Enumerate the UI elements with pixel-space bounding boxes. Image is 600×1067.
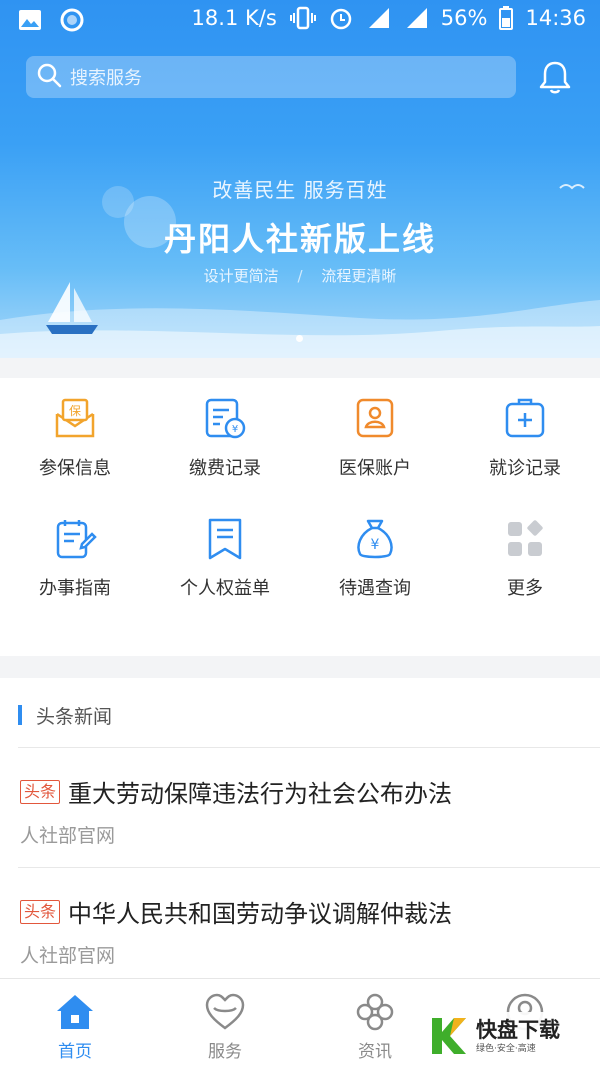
guide-icon [56,520,97,559]
payment-record-icon: ¥ [205,398,246,439]
news-source: 人社部官网 [20,825,116,847]
svg-text:保: 保 [69,404,81,418]
service-benefit-query[interactable]: ¥ 待遇查询 [300,516,450,612]
banner-tags: 设计更简洁 / 流程更清晰 [0,265,600,286]
svg-text:¥: ¥ [371,537,380,553]
news-item[interactable]: 头条 中华人民共和国劳动争议调解仲裁法 人社部官网 [20,894,580,968]
circle-app-icon [60,8,84,32]
service-insurance-info[interactable]: 保 参保信息 [0,396,150,492]
bell-icon[interactable] [536,58,574,96]
watermark-logo: 快盘下载 绿色·安全·高速 [428,1012,596,1060]
news-section: 头条新闻 头条 重大劳动保障违法行为社会公布办法 人社部官网 头条 中华人民共和… [0,678,600,978]
service-medical-account[interactable]: 医保账户 [300,396,450,492]
service-grid: 保 参保信息 ¥ 缴费记录 医保账户 就诊记录 办事指南 个人权益单 ¥ 待遇查… [0,396,600,612]
search-placeholder: 搜索服务 [70,68,142,89]
banner-tag-process: 流程更清晰 [321,267,397,285]
service-grid-panel: 保 参保信息 ¥ 缴费记录 医保账户 就诊记录 办事指南 个人权益单 ¥ 待遇查… [0,378,600,656]
service-label: 医保账户 [339,458,411,479]
headline-badge: 头条 [20,899,61,924]
service-label: 更多 [507,578,543,599]
service-medical-record[interactable]: 就诊记录 [450,396,600,492]
more-grid-icon [508,520,543,556]
app-screen: 18.1 K/s 56% 14:36 搜索服务 改善民生 服务百姓 丹阳人社新版… [0,0,600,1067]
tab-label: 服务 [208,1042,242,1062]
divider [18,867,600,868]
service-more[interactable]: 更多 [450,516,600,612]
tab-services[interactable]: 服务 [150,991,300,1062]
header-banner[interactable]: 18.1 K/s 56% 14:36 搜索服务 改善民生 服务百姓 丹阳人社新版… [0,0,600,358]
bookmark-icon [208,518,242,560]
insurance-envelope-icon: 保 [55,398,95,438]
heart-icon [205,993,245,1030]
signal-4g-icon [365,6,391,30]
clock: 14:36 [525,6,586,30]
service-label: 待遇查询 [339,578,411,599]
medical-account-icon [356,398,394,438]
banner-subtitle: 改善民生 服务百姓 [212,178,388,202]
k-logo-icon [432,1018,466,1054]
news-title: 中华人民共和国劳动争议调解仲裁法 [68,900,453,928]
service-label: 缴费记录 [189,458,261,479]
service-payment-record[interactable]: ¥ 缴费记录 [150,396,300,492]
news-item[interactable]: 头条 重大劳动保障违法行为社会公布办法 人社部官网 [20,774,580,848]
service-label: 就诊记录 [489,458,561,479]
money-bag-icon: ¥ [357,519,393,559]
watermark-title: 快盘下载 [476,1017,560,1042]
tab-label: 资讯 [358,1042,392,1062]
news-heading: 头条新闻 [18,702,112,728]
home-icon [57,995,93,1029]
headline-badge: 头条 [20,779,61,804]
battery-percent: 56% [440,6,488,30]
tab-home[interactable]: 首页 [0,991,150,1062]
svg-text:¥: ¥ [232,424,238,435]
service-guide[interactable]: 办事指南 [0,516,150,612]
service-label: 参保信息 [39,458,111,479]
gallery-icon [18,9,42,31]
carousel-indicator[interactable] [296,335,303,342]
service-label: 个人权益单 [180,578,270,599]
clover-icon [356,993,394,1031]
banner-tag-design: 设计更简洁 [203,267,279,285]
alarm-icon [329,6,353,30]
status-bar: 18.1 K/s 56% 14:36 [0,0,600,40]
medical-kit-icon [505,398,545,438]
service-personal-rights[interactable]: 个人权益单 [150,516,300,612]
news-source: 人社部官网 [20,945,116,967]
divider [18,747,600,748]
battery-icon [499,6,514,30]
vibrate-icon [289,6,317,30]
search-bar[interactable]: 搜索服务 [26,56,516,98]
heading-accent-bar [18,705,22,725]
network-speed: 18.1 K/s [191,6,277,30]
news-heading-text: 头条新闻 [36,705,113,728]
sailboat-icon [46,282,98,334]
search-icon [36,62,62,92]
banner-title: 丹阳人社新版上线 [163,220,436,258]
banner-separator: / [297,267,303,285]
watermark-subtitle: 绿色·安全·高速 [476,1043,536,1054]
tab-label: 首页 [58,1042,92,1062]
news-title: 重大劳动保障违法行为社会公布办法 [68,780,453,808]
signal-icon [403,6,429,30]
service-label: 办事指南 [39,578,111,599]
